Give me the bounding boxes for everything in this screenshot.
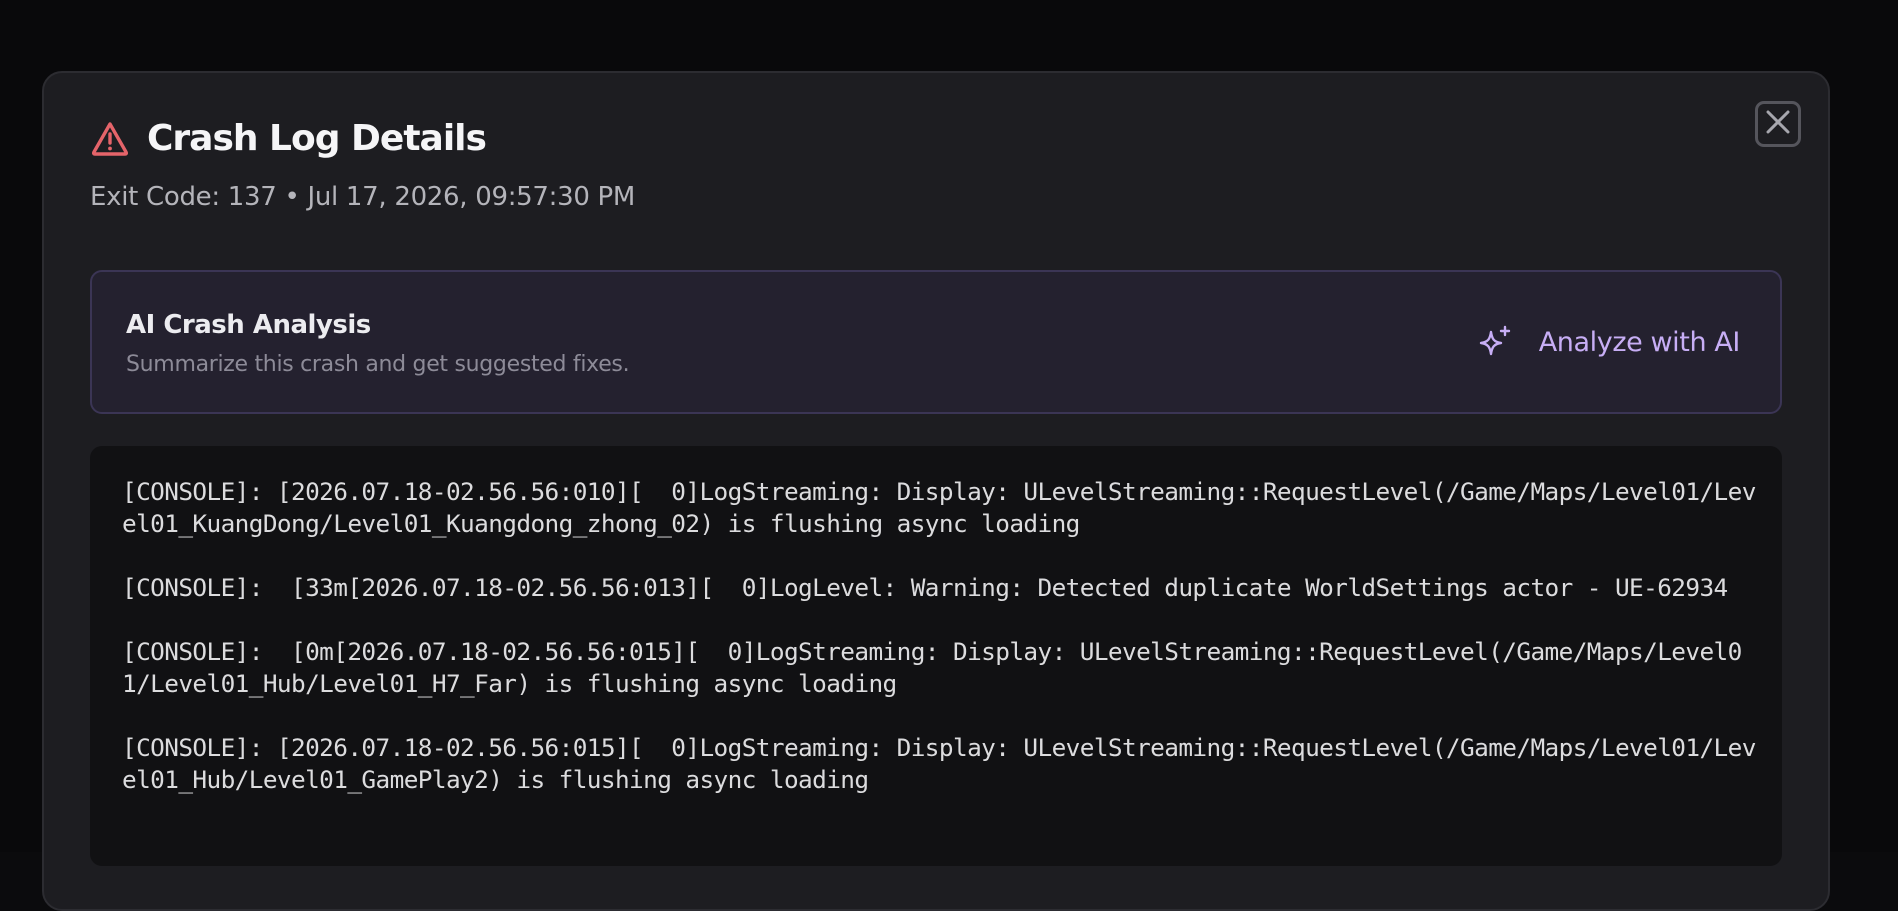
- analyze-with-ai-button[interactable]: Analyze with AI: [1477, 324, 1740, 360]
- dialog-header: Crash Log Details: [90, 118, 487, 159]
- exit-code-timestamp: Exit Code: 137 • Jul 17, 2026, 09:57:30 …: [90, 182, 636, 212]
- ai-analysis-card: AI Crash Analysis Summarize this crash a…: [90, 270, 1782, 414]
- ai-analysis-title: AI Crash Analysis: [126, 310, 371, 340]
- ai-analysis-description: Summarize this crash and get suggested f…: [126, 352, 630, 377]
- log-line: [CONSOLE]: [2026.07.18-02.56.56:015][ 0]…: [122, 733, 1756, 794]
- warning-triangle-icon: [90, 119, 130, 159]
- close-button[interactable]: [1755, 101, 1801, 147]
- dialog-title: Crash Log Details: [147, 118, 487, 159]
- log-line: [CONSOLE]: [2026.07.18-02.56.56:010][ 0]…: [122, 477, 1756, 538]
- log-line: [CONSOLE]: [33m[2026.07.18-02.56.56:013]…: [122, 573, 1728, 602]
- log-line: [CONSOLE]: [0m[2026.07.18-02.56.56:015][…: [122, 637, 1742, 698]
- crash-log-output[interactable]: [CONSOLE]: [2026.07.18-02.56.56:010][ 0]…: [90, 446, 1782, 866]
- close-icon: [1763, 107, 1793, 141]
- sparkles-icon: [1477, 324, 1513, 360]
- analyze-with-ai-label: Analyze with AI: [1538, 326, 1741, 358]
